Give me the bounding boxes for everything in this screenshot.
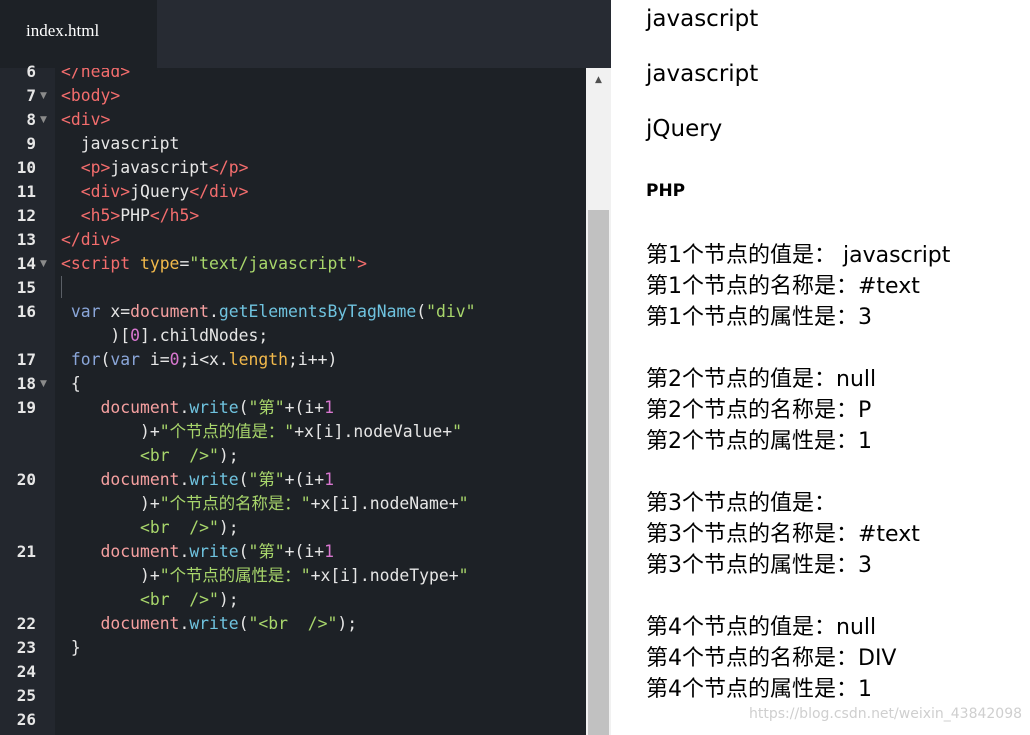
line-number: 16 (16, 302, 36, 321)
code-line: <h5>PHP</h5> (80, 206, 200, 225)
fold-arrow-icon[interactable]: ▼ (40, 84, 47, 108)
code-line: for(var i=0;i<x.length;i++) (70, 350, 338, 369)
node-4-name: 第4个节点的名称是：DIV (646, 646, 897, 671)
code-line: document.write("<br />"); (100, 614, 358, 633)
text-cursor (61, 276, 62, 298)
code-line: var x=document.getElementsByTagName("div… (70, 302, 476, 321)
line-number: 7 (26, 86, 36, 105)
tab-index-html[interactable]: index.html (0, 0, 157, 68)
preview-text: javascript (646, 6, 759, 32)
node-3-type: 第3个节点的属性是：3 (646, 553, 872, 578)
code-line: <br />"); (139, 518, 239, 537)
code-line: <div>jQuery</div> (80, 182, 249, 201)
code-line: <br />"); (139, 446, 239, 465)
line-number: 26 (16, 710, 36, 729)
line-number: 15 (16, 278, 36, 297)
node-4-value: 第4个节点的值是：null (646, 615, 877, 640)
code-line: { (61, 374, 81, 393)
scrollbar-thumb[interactable] (588, 210, 609, 735)
line-number: 19 (16, 398, 36, 417)
code-line: document.write("第"+(i+1 (100, 398, 335, 417)
code-line: document.write("第"+(i+1 (100, 470, 335, 489)
preview-paragraph: javascript (646, 61, 759, 87)
line-number: 18 (16, 374, 36, 393)
line-number: 10 (16, 158, 36, 177)
line-number: 21 (16, 542, 36, 561)
line-number: 22 (16, 614, 36, 633)
line-number: 6 (26, 62, 36, 81)
tab-bar: index.html (0, 0, 611, 68)
node-1-name: 第1个节点的名称是：#text (646, 274, 920, 299)
code-line: <div> (61, 110, 111, 129)
fold-arrow-icon[interactable]: ▼ (40, 372, 47, 396)
line-number: 24 (16, 662, 36, 681)
line-number: 23 (16, 638, 36, 657)
line-number-gutter: 6 7 ▼ 8 ▼ 9 10 11 12 13 14 ▼ 15 16 17 18… (0, 62, 55, 735)
line-number: 13 (16, 230, 36, 249)
line-number: 9 (26, 134, 36, 153)
node-2-name: 第2个节点的名称是：P (646, 398, 872, 423)
tab-label: index.html (26, 21, 100, 40)
fold-arrow-icon[interactable]: ▼ (40, 108, 47, 132)
code-line: <body> (61, 86, 121, 105)
line-number: 14 (16, 254, 36, 273)
code-line: <script type="text/javascript"> (61, 254, 367, 273)
line-number: 25 (16, 686, 36, 705)
node-2-value: 第2个节点的值是：null (646, 367, 877, 392)
code-line: document.write("第"+(i+1 (100, 542, 335, 561)
code-editor[interactable]: index.html 6 7 ▼ 8 ▼ 9 10 11 12 13 14 ▼ … (0, 0, 611, 735)
watermark: https://blog.csdn.net/weixin_43842098 (749, 706, 1023, 722)
code-line: )+"个节点的属性是："+x[i].nodeType+" (139, 566, 469, 585)
code-line: </head> (61, 68, 131, 81)
code-line: javascript (61, 134, 180, 153)
node-3-name: 第3个节点的名称是：#text (646, 522, 920, 547)
node-1-value: 第1个节点的值是： javascript (646, 243, 951, 268)
code-line: <p>javascript</p> (80, 158, 249, 177)
scroll-up-arrow-icon[interactable]: ▲ (586, 68, 611, 93)
line-number: 8 (26, 110, 36, 129)
line-number: 20 (16, 470, 36, 489)
line-number: 11 (16, 182, 36, 201)
line-number: 17 (16, 350, 36, 369)
code-line: )[0].childNodes; (110, 326, 269, 345)
preview-div: jQuery (646, 116, 723, 142)
node-2-type: 第2个节点的属性是：1 (646, 429, 872, 454)
fold-arrow-icon[interactable]: ▼ (40, 252, 47, 276)
preview-h5: PHP (646, 181, 686, 201)
line-number: 12 (16, 206, 36, 225)
node-3-value: 第3个节点的值是： (646, 491, 836, 516)
code-line: } (61, 638, 81, 657)
code-line: )+"个节点的名称是："+x[i].nodeName+" (139, 494, 469, 513)
vertical-scrollbar[interactable]: ▲ (586, 68, 611, 735)
browser-preview: javascript javascript jQuery PHP 第1个节点的值… (611, 0, 1030, 735)
node-4-type: 第4个节点的属性是：1 (646, 677, 872, 702)
code-line: <br />"); (139, 590, 239, 609)
node-1-type: 第1个节点的属性是：3 (646, 305, 872, 330)
code-line: )+"个节点的值是："+x[i].nodeValue+" (139, 422, 462, 441)
code-area[interactable]: </head> <body> <div> javascript <p>javas… (55, 68, 586, 735)
code-line: </div> (61, 230, 121, 249)
